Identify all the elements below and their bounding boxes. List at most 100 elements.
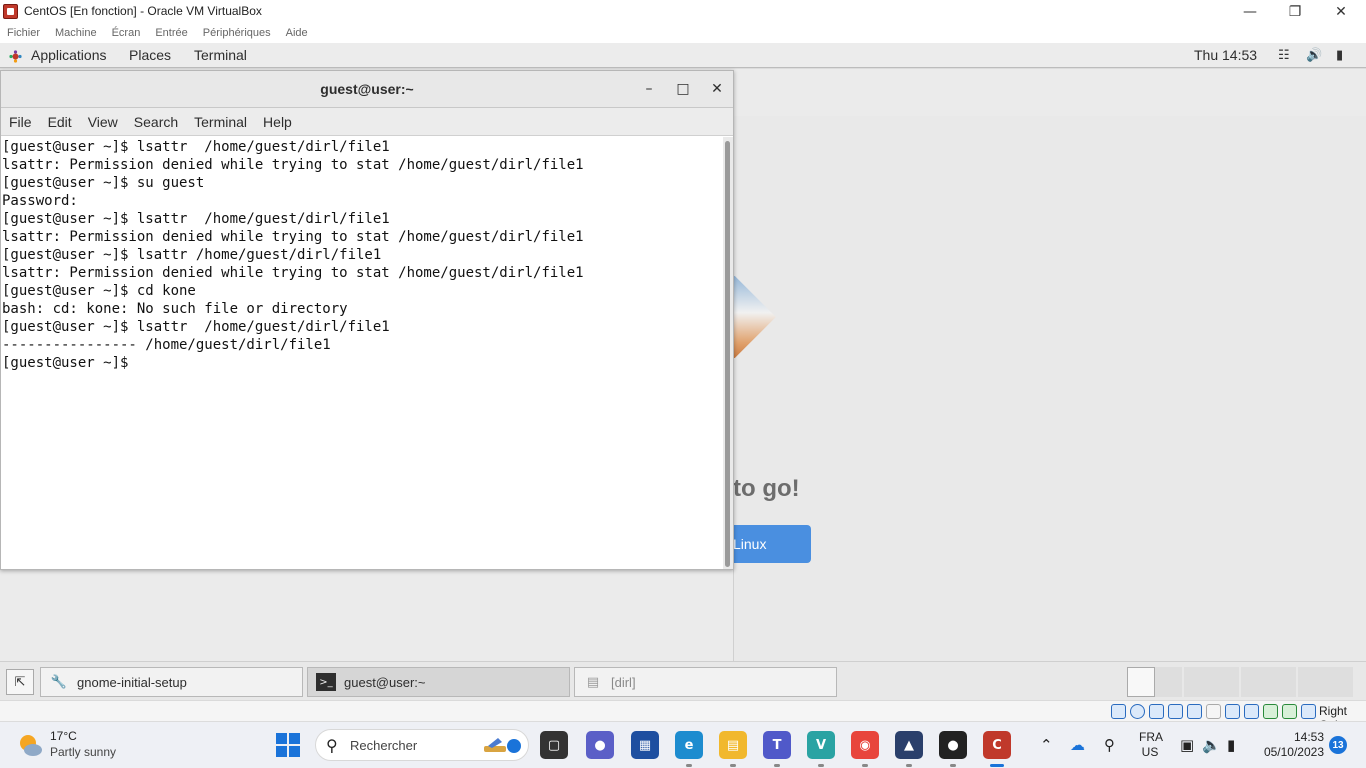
- chevron-up-icon[interactable]: ⌃: [1040, 736, 1053, 754]
- terminal-line: lsattr: Permission denied while trying t…: [2, 229, 584, 245]
- close-icon[interactable]: ✕: [707, 79, 727, 99]
- teams-chat-icon[interactable]: ●: [586, 731, 614, 759]
- task-file-manager[interactable]: ▤ [dirl]: [574, 667, 837, 697]
- terminal-output[interactable]: [guest@user ~]$ lsattr /home/guest/dirl/…: [1, 137, 723, 569]
- menu-file[interactable]: File: [9, 114, 32, 130]
- menu-machine[interactable]: Machine: [55, 27, 97, 39]
- cpu-icon[interactable]: [1263, 704, 1278, 719]
- battery-tray-icon[interactable]: ▮: [1227, 736, 1235, 754]
- terminal-line: [guest@user ~]$ lsattr /home/guest/dirl/…: [2, 247, 382, 263]
- workspace-4[interactable]: [1298, 667, 1353, 697]
- window-title: CentOS [En fonction] - Oracle VM Virtual…: [24, 4, 262, 18]
- menu-entree[interactable]: Entrée: [155, 27, 187, 39]
- vpn-app-icon[interactable]: V: [807, 731, 835, 759]
- running-indicator: [686, 764, 692, 767]
- virtualbox-statusbar: Right Ctrl: [0, 700, 1366, 732]
- centos-vm-icon[interactable]: C: [983, 731, 1011, 759]
- start-using-linux-button[interactable]: Linux: [733, 525, 811, 563]
- task-label: gnome-initial-setup: [77, 674, 187, 690]
- battery-icon[interactable]: ▮: [1336, 48, 1343, 63]
- gnome-clock[interactable]: Thu 14:53: [1194, 47, 1257, 63]
- task-view-icon[interactable]: ▢: [540, 731, 568, 759]
- clock-time: 14:53: [1293, 730, 1324, 744]
- restore-icon[interactable]: ❐: [1272, 0, 1318, 23]
- workspace-1[interactable]: [1127, 667, 1155, 697]
- menu-edit[interactable]: Edit: [48, 114, 72, 130]
- keyboard-capture-icon[interactable]: [1301, 704, 1316, 719]
- running-indicator: [906, 764, 912, 767]
- menu-help[interactable]: Help: [263, 114, 292, 130]
- menu-search[interactable]: Search: [134, 114, 178, 130]
- virtualbox-icon[interactable]: ▲: [895, 731, 923, 759]
- volume-icon[interactable]: 🔊: [1306, 48, 1322, 63]
- input-language[interactable]: FRA US: [1139, 730, 1163, 760]
- weather-temperature[interactable]: 17°C: [50, 729, 77, 743]
- teams-icon[interactable]: T: [763, 731, 791, 759]
- menu-peripheriques[interactable]: Périphériques: [203, 27, 271, 39]
- workspace-2[interactable]: [1184, 667, 1239, 697]
- maximize-icon[interactable]: □: [673, 79, 693, 99]
- running-indicator: [950, 764, 956, 767]
- minimize-icon[interactable]: —: [1227, 0, 1273, 23]
- edge-browser-icon[interactable]: e: [675, 731, 703, 759]
- chrome-icon[interactable]: ◉: [851, 731, 879, 759]
- file-explorer-icon[interactable]: ▤: [719, 731, 747, 759]
- onedrive-icon[interactable]: ☁: [1070, 736, 1085, 754]
- microphone-icon[interactable]: ⚲: [1104, 736, 1115, 754]
- usb-icon[interactable]: [1187, 704, 1202, 719]
- workspace-1-rest[interactable]: [1155, 667, 1182, 697]
- task-gnome-initial-setup[interactable]: 🔧 gnome-initial-setup: [40, 667, 303, 697]
- setup-logo-image: [733, 276, 781, 358]
- task-terminal[interactable]: >_ guest@user:~: [307, 667, 570, 697]
- volume-tray-icon[interactable]: 🔈: [1202, 736, 1221, 754]
- terminal-app-menu[interactable]: Terminal: [194, 47, 247, 63]
- menu-view[interactable]: View: [88, 114, 118, 130]
- terminal-scrollbar[interactable]: [723, 137, 733, 569]
- virtualbox-app-icon: [3, 4, 18, 19]
- shared-folders-icon[interactable]: [1206, 704, 1221, 719]
- system-clock[interactable]: 14:53 05/10/2023: [1256, 730, 1324, 760]
- terminal-titlebar[interactable]: guest@user:~ – □ ✕: [1, 71, 733, 108]
- terminal-line: lsattr: Permission denied while trying t…: [2, 265, 584, 281]
- weather-partly-sunny-icon[interactable]: [16, 731, 44, 759]
- microsoft-store-icon[interactable]: ▦: [631, 731, 659, 759]
- optical-drive-icon[interactable]: [1130, 704, 1145, 719]
- windows-start-button[interactable]: [276, 733, 300, 757]
- terminal-prompt-line[interactable]: [guest@user ~]$: [2, 354, 723, 372]
- clock-date: 05/10/2023: [1263, 745, 1324, 759]
- menu-terminal[interactable]: Terminal: [194, 114, 247, 130]
- close-icon[interactable]: ✕: [1318, 0, 1364, 23]
- display-icon[interactable]: [1225, 704, 1240, 719]
- keyboard-layout: US: [1141, 745, 1159, 759]
- task-label: guest@user:~: [344, 674, 426, 690]
- applications-menu[interactable]: Applications: [31, 47, 107, 63]
- hard-disk-icon[interactable]: [1111, 704, 1126, 719]
- search-highlight-icon: [484, 738, 521, 753]
- taskbar-search-box[interactable]: ⚲ Rechercher: [315, 729, 529, 761]
- running-indicator: [774, 764, 780, 767]
- terminal-line: ---------------- /home/guest/dirl/file1: [2, 337, 331, 353]
- file-manager-icon: ▤: [586, 674, 600, 690]
- network-icon[interactable]: ☷: [1278, 48, 1290, 63]
- menu-ecran[interactable]: Écran: [112, 27, 141, 39]
- menu-fichier[interactable]: Fichier: [7, 27, 40, 39]
- display-tray-icon[interactable]: ▣: [1180, 736, 1194, 754]
- notification-badge[interactable]: 13: [1329, 736, 1347, 754]
- minimize-icon[interactable]: –: [639, 79, 659, 99]
- terminal-line: bash: cd: kone: No such file or director…: [2, 301, 348, 317]
- obs-icon[interactable]: ●: [939, 731, 967, 759]
- weather-description[interactable]: Partly sunny: [50, 745, 116, 759]
- audio-icon[interactable]: [1149, 704, 1164, 719]
- show-desktop-button[interactable]: ⇱: [6, 669, 34, 695]
- workspace-3[interactable]: [1241, 667, 1296, 697]
- scrollbar-thumb[interactable]: [725, 141, 730, 567]
- network-adapter-icon[interactable]: [1168, 704, 1183, 719]
- terminal-line: [guest@user ~]$ lsattr /home/guest/dirl/…: [2, 211, 390, 227]
- language-code: FRA: [1139, 730, 1163, 744]
- places-menu[interactable]: Places: [129, 47, 171, 63]
- tools-icon: 🔧: [50, 674, 68, 690]
- video-capture-icon[interactable]: [1244, 704, 1259, 719]
- menu-aide[interactable]: Aide: [286, 27, 308, 39]
- virtualbox-titlebar: CentOS [En fonction] - Oracle VM Virtual…: [0, 0, 1366, 23]
- mouse-integration-icon[interactable]: [1282, 704, 1297, 719]
